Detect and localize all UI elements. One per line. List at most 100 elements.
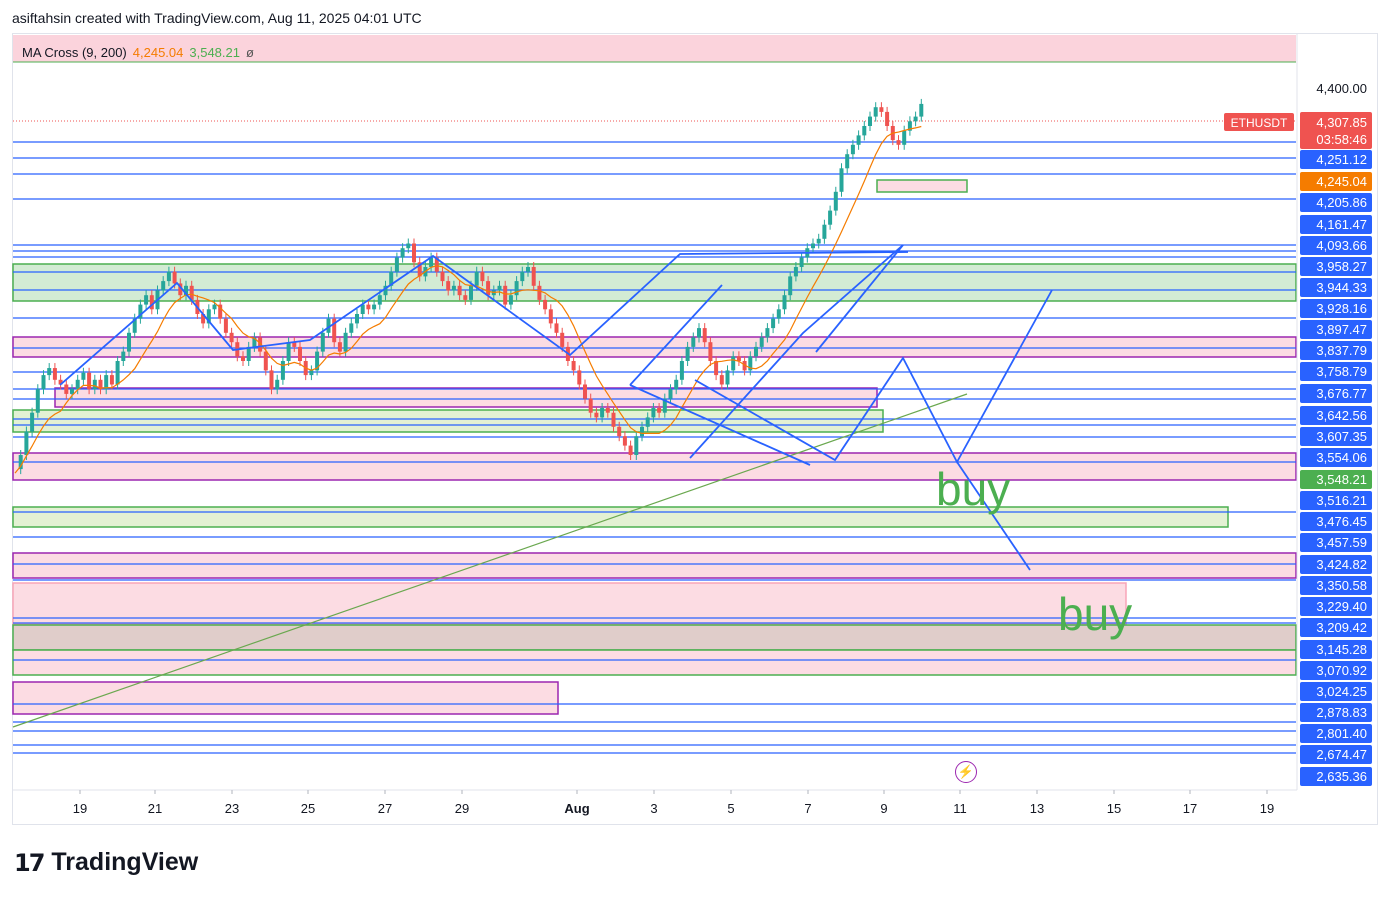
price-level-label: 3,516.21 xyxy=(1316,493,1367,508)
candle-body xyxy=(70,389,74,394)
lightning-icon[interactable]: ⚡ xyxy=(955,761,977,783)
candle-body xyxy=(668,389,673,399)
price-chart[interactable]: 4,400.00 ETHUSDT 4,307.85 03:58:46 4,251.12 4… xyxy=(0,0,1392,900)
price-level-label: 3,837.79 xyxy=(1316,343,1367,358)
x-tick-label: 11 xyxy=(953,801,967,816)
candle-body xyxy=(759,337,764,347)
candle-body xyxy=(788,276,793,296)
candle-body xyxy=(782,295,787,310)
candle-body xyxy=(446,281,451,291)
x-tick-label: 27 xyxy=(378,801,392,816)
candle-body xyxy=(833,191,838,211)
countdown-label: 03:58:46 xyxy=(1316,132,1367,147)
indicator-name[interactable]: MA Cross (9, 200) xyxy=(22,45,127,60)
x-tick-label: 19 xyxy=(1260,801,1274,816)
candle-body xyxy=(548,309,553,324)
price-level-label: 4,251.12 xyxy=(1316,152,1367,167)
x-tick-label: 5 xyxy=(727,801,734,816)
candle-body xyxy=(862,126,867,136)
candle-body xyxy=(24,431,29,455)
price-level-label: 4,093.66 xyxy=(1316,238,1367,253)
candle-body xyxy=(337,342,342,352)
candle-body xyxy=(651,408,656,418)
price-level-label: 4,205.86 xyxy=(1316,195,1367,210)
candle-body xyxy=(702,328,707,343)
x-tick-label: Aug xyxy=(564,801,589,816)
x-tick-label: 17 xyxy=(1183,801,1197,816)
candle-body xyxy=(611,412,616,427)
candle-body xyxy=(725,370,730,385)
candle-body xyxy=(554,323,559,333)
x-tick-label: 19 xyxy=(73,801,87,816)
candle-body xyxy=(685,346,690,361)
candle-body xyxy=(263,351,268,371)
candle-body xyxy=(896,140,901,145)
candle-body xyxy=(75,379,80,390)
candle-body xyxy=(400,248,405,258)
candle-body xyxy=(526,267,530,272)
candle-body xyxy=(600,408,605,418)
candle-body xyxy=(811,243,815,249)
candle-body xyxy=(64,384,69,394)
candle-body xyxy=(343,332,348,352)
price-level-label: 3,145.28 xyxy=(1316,642,1367,657)
candle-body xyxy=(30,412,35,432)
price-level-label: 3,229.40 xyxy=(1316,599,1367,614)
candle-body xyxy=(212,304,217,310)
candle-body xyxy=(793,267,798,277)
candle-body xyxy=(115,361,120,385)
candle-body xyxy=(127,332,131,352)
legend-extra: ø xyxy=(245,45,254,60)
candle-body xyxy=(850,144,855,155)
candle-body xyxy=(902,130,907,145)
candle-body xyxy=(736,356,741,361)
candle-body xyxy=(486,281,491,296)
candle-body xyxy=(35,389,40,413)
candle-body xyxy=(366,304,371,310)
candle-body xyxy=(92,379,97,390)
candle-body xyxy=(508,295,513,305)
x-tick-label: 7 xyxy=(804,801,811,816)
price-level-label: 3,944.33 xyxy=(1316,280,1367,295)
tradingview-wordmark: TradingView xyxy=(51,848,199,876)
candle-body xyxy=(771,318,776,329)
candle-body xyxy=(885,111,890,126)
tradingview-mark-icon: 17 xyxy=(14,848,45,877)
price-level-label: 3,350.58 xyxy=(1316,578,1367,593)
candle-body xyxy=(879,107,884,112)
x-tick-label: 3 xyxy=(650,801,657,816)
candle-body xyxy=(480,271,485,282)
price-level-label: 3,928.16 xyxy=(1316,301,1367,316)
candle-body xyxy=(286,342,291,361)
price-level-label: 3,548.21 xyxy=(1316,472,1367,487)
candle-body xyxy=(394,257,399,272)
price-level-label: 3,758.79 xyxy=(1316,364,1367,379)
buy-annotation: buy xyxy=(936,463,1011,515)
price-level-label: 3,476.45 xyxy=(1316,514,1367,529)
candle-body xyxy=(412,243,416,263)
price-level-label: 4,161.47 xyxy=(1316,217,1367,232)
candle-body xyxy=(583,384,587,399)
indicator-legend[interactable]: MA Cross (9, 200) 4,245.04 3,548.21 ø xyxy=(22,45,254,60)
candle-body xyxy=(474,271,479,286)
price-level-label: 3,607.35 xyxy=(1316,429,1367,444)
symbol-label: ETHUSDT xyxy=(1231,116,1288,130)
x-tick-label: 25 xyxy=(301,801,315,816)
candle-body xyxy=(799,257,804,267)
price-level-label: 3,209.42 xyxy=(1316,620,1367,635)
candle-body xyxy=(503,285,508,305)
candle-body xyxy=(816,238,821,244)
candle-body xyxy=(531,267,536,286)
tradingview-logo[interactable]: 17 TradingView xyxy=(14,848,198,877)
candle-body xyxy=(241,356,245,361)
x-tick-label: 21 xyxy=(148,801,162,816)
price-level-label: 3,024.25 xyxy=(1316,684,1367,699)
candle-body xyxy=(919,103,924,117)
candle-body xyxy=(679,361,684,380)
candle-body xyxy=(560,332,565,347)
candle-body xyxy=(355,314,359,324)
buy-annotation-lower: buy xyxy=(1058,588,1133,640)
candle-body xyxy=(708,342,713,361)
candle-body xyxy=(868,116,872,126)
zone-rect xyxy=(12,649,1297,676)
